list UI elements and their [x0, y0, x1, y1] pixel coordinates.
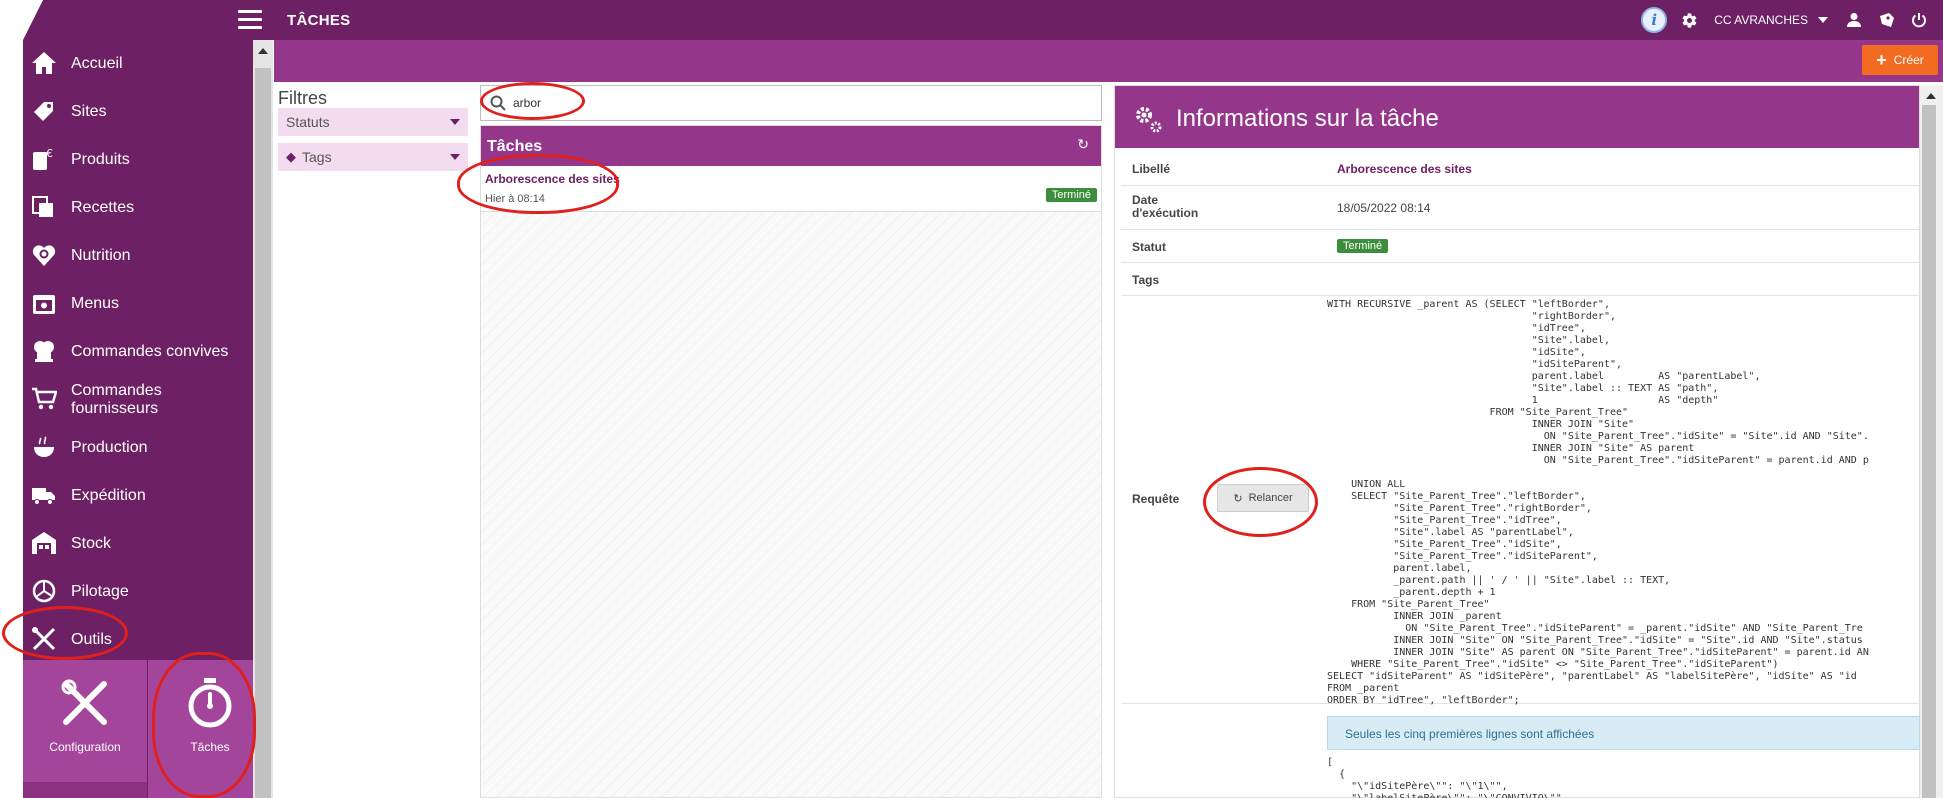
- truck-icon: [32, 488, 55, 505]
- sidebar-item-recettes[interactable]: Recettes: [23, 184, 253, 232]
- detail-title: Informations sur la tâche: [1176, 105, 1439, 132]
- task-row[interactable]: Arborescence des sites Hier à 08:14 Term…: [481, 166, 1101, 212]
- task-list: Tâches ↻ Arborescence des sites Hier à 0…: [480, 125, 1102, 798]
- status-badge: Terminé: [1045, 188, 1097, 202]
- status-filter[interactable]: Statuts: [278, 108, 468, 136]
- search-input[interactable]: [513, 92, 1093, 114]
- tools-submenu: Configuration Tâches: [23, 660, 272, 798]
- detail-header: Informations sur la tâche: [1115, 86, 1919, 148]
- refresh-icon[interactable]: ↻: [1077, 136, 1089, 153]
- info-icon[interactable]: i: [1641, 7, 1668, 33]
- status-badge: Terminé: [1337, 239, 1389, 253]
- chef-hat-icon: [34, 341, 54, 362]
- cooking-pot-icon: [34, 436, 54, 457]
- org-name[interactable]: CC AVRANCHES: [1714, 13, 1808, 27]
- sidebar-item-commandes-convives[interactable]: Commandes convives: [23, 328, 253, 376]
- tools-icon: [32, 627, 56, 651]
- json-result: [ { "\"idSitePère\"": "\"1\"", "\"labelS…: [1327, 757, 1568, 798]
- gear-icon[interactable]: [1681, 12, 1698, 29]
- top-actions: i CC AVRANCHES: [1641, 0, 1943, 40]
- sidebar-item-produits[interactable]: € Produits: [23, 136, 253, 184]
- sidebar-item-accueil[interactable]: Accueil: [23, 40, 253, 88]
- tag-icon: [34, 102, 53, 121]
- sidebar-scrollbar[interactable]: [253, 40, 273, 798]
- sidebar-item-commandes-fournisseurs[interactable]: Commandes fournisseurs: [23, 376, 253, 424]
- filters-title: Filtres: [278, 88, 327, 108]
- svg-text:€: €: [46, 147, 53, 160]
- sidebar-item-production[interactable]: Production: [23, 424, 253, 472]
- relancer-button[interactable]: ↻ Relancer: [1217, 484, 1309, 512]
- tag-icon: ◆: [286, 149, 296, 164]
- sql-query: WITH RECURSIVE _parent AS (SELECT "leftB…: [1327, 299, 1869, 706]
- sidebar-item-nutrition[interactable]: Nutrition: [23, 232, 253, 280]
- action-bar: + Créer: [274, 40, 1943, 82]
- sidebar: Accueil Sites € Produits Recettes Nutrit…: [23, 40, 272, 798]
- sidebar-item-menus[interactable]: Menus: [23, 280, 253, 328]
- chevron-down-icon[interactable]: [1818, 17, 1828, 23]
- info-notice: Seules les cinq premières lignes sont af…: [1327, 716, 1920, 750]
- ticket-icon[interactable]: [1878, 12, 1895, 28]
- menu-toggle-icon[interactable]: [238, 10, 262, 30]
- home-icon: [32, 52, 56, 74]
- cart-icon: [32, 387, 57, 410]
- app-window: TÂCHES i CC AVRANCHES + Créer Accueil Si…: [0, 0, 1943, 798]
- create-button[interactable]: + Créer: [1862, 45, 1938, 75]
- plus-icon: +: [1876, 50, 1887, 70]
- sidebar-item-expedition[interactable]: Expédition: [23, 472, 253, 520]
- products-icon: €: [33, 147, 53, 170]
- power-icon[interactable]: [1911, 12, 1927, 28]
- user-icon[interactable]: [1846, 12, 1862, 28]
- heart-icon: [32, 245, 56, 266]
- search-icon: [490, 95, 506, 111]
- sidebar-item-pilotage[interactable]: Pilotage: [23, 568, 253, 616]
- warehouse-icon: [32, 532, 56, 554]
- dropdown-arrow-icon: [450, 119, 460, 125]
- refresh-icon: ↻: [1233, 492, 1243, 505]
- page-title: TÂCHES: [287, 12, 351, 29]
- calendar-icon: [33, 295, 55, 314]
- tags-filter[interactable]: ◆ Tags: [278, 143, 468, 171]
- tile-configuration[interactable]: Configuration: [23, 660, 147, 782]
- stopwatch-icon: [188, 678, 232, 728]
- task-list-header: Tâches ↻: [481, 126, 1101, 166]
- search-box: [480, 85, 1102, 121]
- detail-scrollbar[interactable]: [1920, 85, 1943, 798]
- sidebar-item-stock[interactable]: Stock: [23, 520, 253, 568]
- dropdown-arrow-icon: [450, 154, 460, 160]
- gears-icon: [1136, 107, 1162, 133]
- sidebar-item-outils[interactable]: Outils: [23, 616, 253, 664]
- chart-icon: [32, 579, 56, 603]
- recipes-icon: [32, 196, 53, 217]
- sidebar-item-sites[interactable]: Sites: [23, 88, 253, 136]
- row-tags: Tags: [1121, 263, 1919, 296]
- row-date: Date d'exécution 18/05/2022 08:14: [1121, 186, 1919, 230]
- row-libelle: Libellé Arborescence des sites: [1121, 152, 1919, 186]
- row-statut: Statut Terminé: [1121, 230, 1919, 263]
- top-bar: TÂCHES i CC AVRANCHES: [0, 0, 1943, 40]
- wrench-screwdriver-icon: [61, 679, 107, 725]
